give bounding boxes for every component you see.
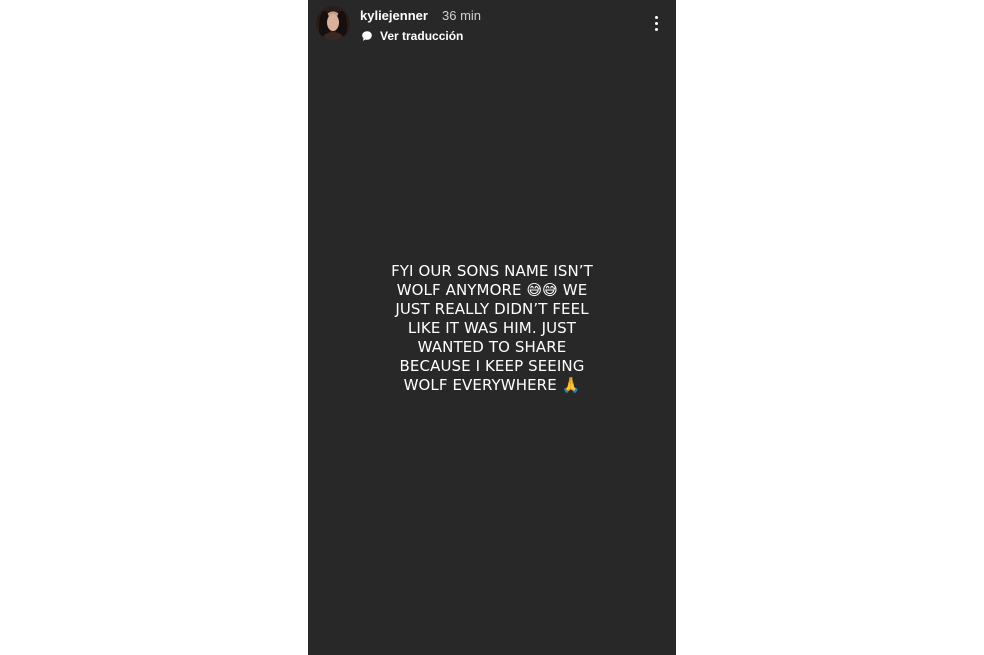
story-username[interactable]: kyliejenner: [360, 8, 428, 24]
story-time-ago: 36 min: [442, 8, 482, 23]
translation-label: Ver traducción: [380, 29, 464, 43]
more-vertical-icon-dot: [654, 21, 658, 25]
story-message-line: WOLF EVERYWHERE 🙏: [403, 376, 581, 394]
story-message-line: FYI OUR SONS NAME ISN’T: [391, 262, 593, 280]
story-card[interactable]: kyliejenner 36 min Ver traducción FYI OU…: [308, 0, 676, 655]
more-vertical-icon-dot: [654, 15, 658, 19]
translation-bubble-icon: [362, 31, 372, 41]
story-message-line: LIKE IT WAS HIM. JUST: [407, 319, 577, 337]
more-vertical-icon-dot: [654, 27, 658, 31]
avatar-shoulders: [323, 32, 343, 40]
story-message-line: JUST REALLY DIDN’T FEEL: [395, 300, 589, 318]
story-message-line: WOLF ANYMORE 😅😅 WE: [396, 281, 588, 299]
story-menu-button[interactable]: [646, 11, 666, 35]
story-message-line: WANTED TO SHARE: [417, 338, 567, 356]
story-message: FYI OUR SONS NAME ISN’T WOLF ANYMORE 😅😅 …: [368, 262, 616, 395]
story-header: kyliejenner 36 min Ver traducción: [308, 0, 676, 52]
profile-avatar[interactable]: [316, 6, 350, 40]
avatar-face: [327, 14, 339, 31]
story-viewer-page: kyliejenner 36 min Ver traducción FYI OU…: [0, 0, 984, 655]
story-message-line: BECAUSE I KEEP SEEING: [399, 357, 585, 375]
translation-link[interactable]: Ver traducción: [361, 28, 463, 44]
